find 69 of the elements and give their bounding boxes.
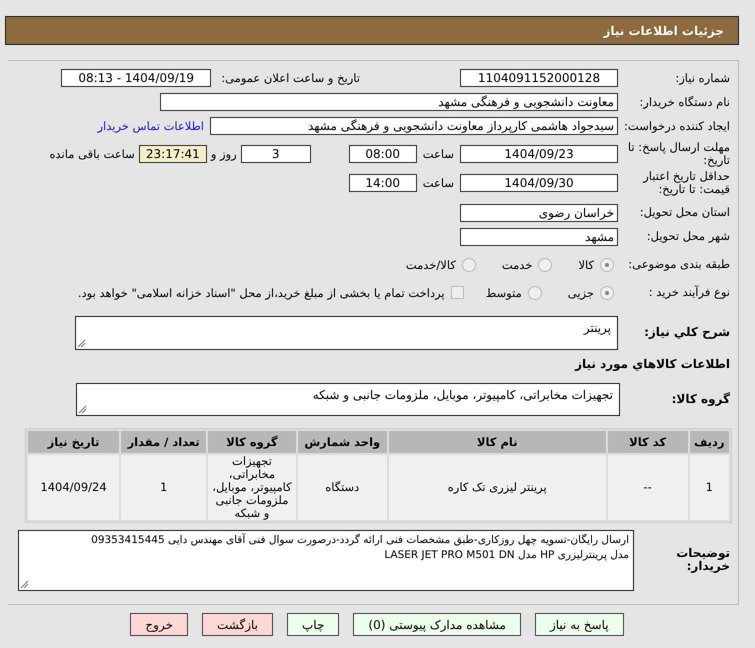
field-label: گروه کالا: [670, 392, 730, 406]
validity-time-field: 14:00 [348, 174, 417, 192]
action-button[interactable]: چاپ [287, 613, 340, 636]
column-header: کد کالا [608, 431, 688, 454]
field-label: نوع فرآیند خرید : [648, 286, 730, 300]
radio-button[interactable] [600, 258, 614, 272]
radio-button[interactable] [600, 286, 614, 300]
action-button[interactable]: بازگشت [202, 613, 273, 636]
action-button[interactable]: خروج [130, 613, 188, 636]
days-field: 3 [240, 144, 311, 163]
page-header: جزئیات اطلاعات نیاز [5, 16, 739, 45]
field-label: مهلت ارسال پاسخ: تا تاریخ: [626, 140, 730, 167]
field-label: تاریخ و ساعت اعلان عمومی: [221, 71, 360, 85]
deadline-time-field: 08:00 [348, 144, 417, 163]
column-header: گروه کالا [208, 431, 296, 454]
table-cell: 1404/09/24 [28, 455, 120, 520]
field-label: نام دستگاه خریدار: [638, 96, 730, 108]
field-label: ساعت [422, 176, 454, 190]
column-header: تاریخ نیاز [28, 431, 120, 454]
announce-date-field: 1404/09/19 - 08:13 [61, 69, 212, 87]
buyer-notes-field: ارسال رایگان-تسویه چهل روزکاری-طبق مشخصات فنی ارائه گردد-درصورت سوال فنی آقای مهندس دایی 09353415445 مدل پرینترلیزری HP مدل LASER JET PRO M501 DN [18, 530, 634, 591]
radio-button[interactable] [462, 258, 476, 272]
column-header: نام کالا [388, 431, 606, 454]
table-cell: دستگاه [298, 455, 387, 520]
table-cell: پرینتر لیزری تک کاره [388, 455, 606, 520]
checkbox[interactable] [450, 286, 464, 300]
field-label: ساعت باقی مانده [50, 146, 135, 161]
action-button[interactable]: پاسخ به نیاز [534, 613, 624, 636]
field-label: استان محل تحویل: [638, 206, 730, 220]
resize-grip-icon [77, 338, 86, 348]
column-header: تعداد / مقدار [121, 431, 206, 454]
table-cell: 1 [690, 455, 729, 520]
radio-label: خدمت [502, 258, 532, 272]
table-cell: 1 [121, 455, 206, 520]
radio-label: کالا/خدمت [406, 258, 456, 272]
column-header: واحد شمارش [298, 431, 387, 454]
table-cell: تجهیزات مخابراتی، کامپیوتر، موبایل، ملزومات جانبی و شبکه [208, 455, 296, 520]
contact-link[interactable]: اطلاعات تماس خریدار [97, 119, 204, 133]
field-label: حداقل تاریخ اعتبار قیمت: تا تاریخ: [642, 170, 730, 196]
radio-label: کالا [578, 258, 594, 272]
radio-label: متوسط [486, 286, 522, 300]
goods-group-field: تجهیزات مخابراتی، کامپیوتر، موبایل، ملزومات جانبی و شبکه [76, 382, 620, 416]
deadline-date-field: 1404/09/23 [460, 144, 618, 163]
province-field: خراسان رضوی [460, 204, 618, 222]
field-label: روز و [210, 146, 237, 161]
field-label: ساعت [422, 146, 454, 161]
field-label: شماره نیاز: [674, 72, 730, 84]
radio-label: جزیی [568, 286, 594, 300]
validity-date-field: 1404/09/30 [460, 174, 618, 192]
city-field: مشهد [460, 228, 618, 246]
need-number-field: 1104091152000128 [460, 69, 618, 87]
buyer-field: معاونت دانشجویی و فرهنگی مشهد [160, 93, 618, 111]
field-label: ایجاد کننده درخواست: [623, 120, 730, 132]
field-label: طبقه بندی موضوعی: [627, 258, 730, 272]
radio-button[interactable] [528, 286, 542, 300]
radio-button[interactable] [538, 258, 552, 272]
creator-field: سیدجواد هاشمی کارپرداز معاونت دانشجویی و فرهنگی مشهد [210, 117, 618, 135]
resize-grip-icon [20, 580, 29, 589]
checkbox-label: پرداخت تمام یا بخشی از مبلغ خرید،از محل "اسناد خزانه اسلامی" خواهد بود. [78, 286, 445, 300]
field-label: شرح كلي نياز: [643, 326, 730, 339]
field-label: شهر محل تحویل: [646, 230, 730, 244]
remaining-time-field: 23:17:41 [138, 144, 207, 163]
column-header: ردیف [690, 431, 729, 454]
resize-grip-icon [78, 404, 87, 414]
section-title: اطلاعات كالاهاي مورد نياز [574, 358, 730, 371]
table-cell: -- [608, 455, 688, 520]
field-label: توضیحات خریدار: [675, 547, 730, 574]
summary-field: پرینتر [75, 316, 618, 350]
action-button[interactable]: مشاهده مدارک پیوستی (0) [353, 613, 521, 636]
